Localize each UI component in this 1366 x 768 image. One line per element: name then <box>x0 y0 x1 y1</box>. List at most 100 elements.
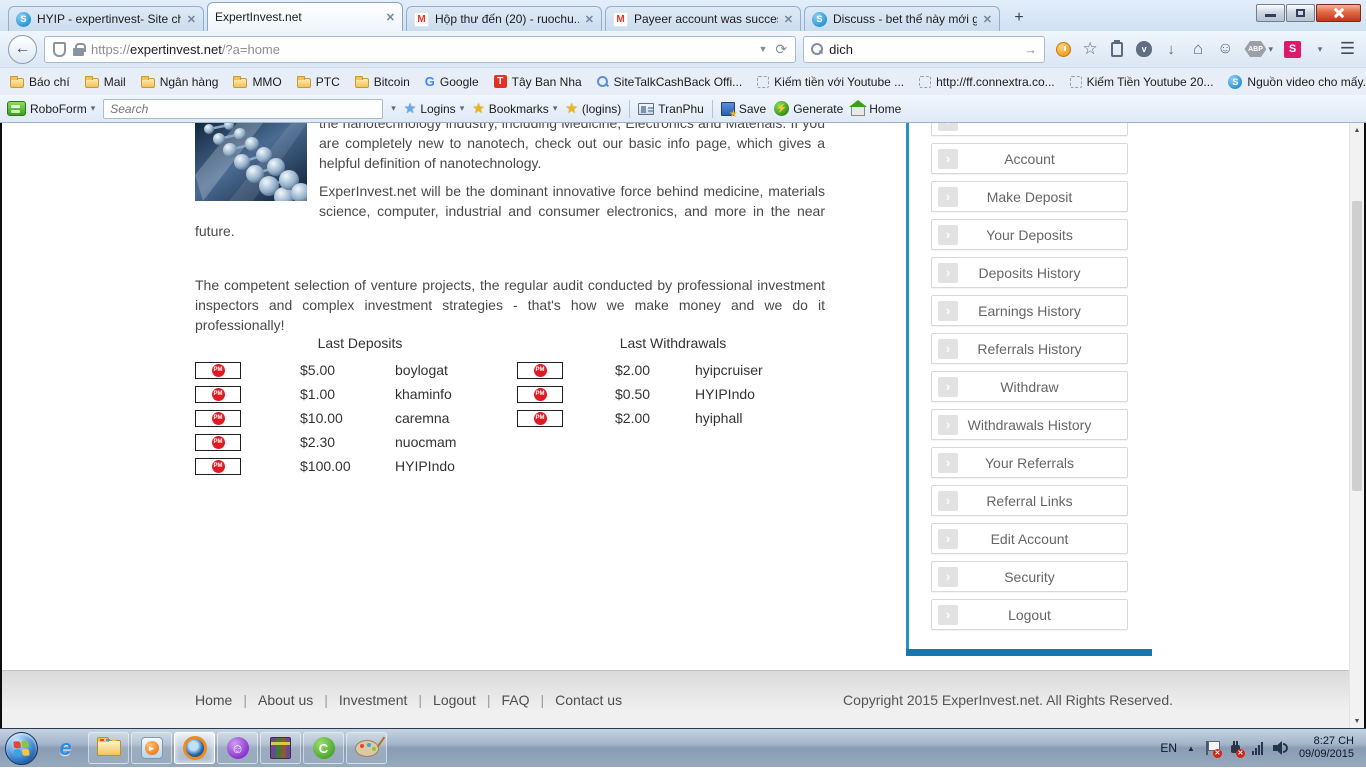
tab-close-icon[interactable]: ✕ <box>386 11 395 24</box>
new-tab-button[interactable]: + <box>1005 7 1033 29</box>
roboform-bookmarks-menu[interactable]: ★ Bookmarks ▾ <box>472 100 557 117</box>
bookmark-folder-bao-chi[interactable]: Báo chí <box>10 75 70 89</box>
bookmark-kiem-tien-youtube[interactable]: Kiếm tiền với Youtube ... <box>757 75 904 89</box>
adblock-plus-icon[interactable]: ABP ▾ <box>1244 40 1273 58</box>
star-icon: ★ <box>472 100 485 116</box>
scroll-up-arrow-icon[interactable]: ▲ <box>1350 123 1364 137</box>
bookmark-folder-ngan-hang[interactable]: Ngân hàng <box>140 75 218 89</box>
power-plug-icon[interactable]: ✕ <box>1229 740 1245 758</box>
chevron-right-icon: › <box>938 338 958 359</box>
sidebar-item-edit-account[interactable]: › Edit Account <box>931 523 1128 554</box>
bookmark-tay-ban-nha[interactable]: T Tây Ban Nha <box>493 75 582 89</box>
bookmark-star-icon[interactable]: ☆ <box>1082 39 1098 58</box>
sidebar-item-referral-links[interactable]: › Referral Links <box>931 485 1128 516</box>
footer-link-logout[interactable]: Logout <box>433 692 476 708</box>
close-button[interactable] <box>1316 4 1361 22</box>
bookmark-kiem-tien-youtube-20[interactable]: Kiếm Tiền Youtube 20... <box>1069 75 1213 89</box>
sidebar-item-your-referrals[interactable]: › Your Referrals <box>931 447 1128 478</box>
footer-link-contact[interactable]: Contact us <box>555 692 622 708</box>
roboform-identity-tranphu[interactable]: TranPhu <box>638 102 704 116</box>
session-manager-icon[interactable]: S <box>1284 40 1301 58</box>
bookmark-folder-mmo[interactable]: MMO <box>233 75 282 89</box>
taskbar-winrar[interactable] <box>260 732 301 764</box>
desktop-screen: S HYIP - expertinvest- Site ch... ✕ Expe… <box>0 0 1366 768</box>
restore-button[interactable] <box>1286 4 1315 22</box>
tab-close-icon[interactable]: ✕ <box>784 13 793 26</box>
scrollbar-thumb[interactable] <box>1352 201 1362 491</box>
taskbar-clock[interactable]: 8:27 CH 09/09/2015 <box>1299 735 1354 761</box>
footer-link-investment[interactable]: Investment <box>339 692 407 708</box>
sidebar-item-earnings-history[interactable]: › Earnings History <box>931 295 1128 326</box>
start-button[interactable] <box>5 731 38 765</box>
clipboard-icon[interactable] <box>1109 39 1125 58</box>
pocket-icon[interactable]: v <box>1136 40 1153 58</box>
roboform-matching-logins[interactable]: ★ (logins) <box>565 100 621 117</box>
taskbar-yahoo-messenger[interactable]: ☺ <box>217 732 258 764</box>
taskbar-internet-explorer[interactable]: e <box>45 732 86 764</box>
sidebar-item-withdraw[interactable]: › Withdraw <box>931 371 1128 402</box>
tab-discuss-forum[interactable]: S Discuss - bet thế này mới g... ✕ <box>804 6 1000 31</box>
taskbar-media-player[interactable]: ► <box>131 732 172 764</box>
shield-icon[interactable] <box>53 41 66 57</box>
sidebar-item-deposits-history[interactable]: › Deposits History <box>931 257 1128 288</box>
taskbar-paint[interactable] <box>346 732 387 764</box>
tab-expertinvest-active[interactable]: ExpertInvest.net ✕ <box>207 2 403 31</box>
home-icon[interactable]: ⌂ <box>1190 39 1206 58</box>
footer-link-about[interactable]: About us <box>258 692 313 708</box>
url-bar[interactable]: https://expertinvest.net/?a=home ▼ ⟳ <box>44 35 797 63</box>
sidebar-item-referrals-history[interactable]: › Referrals History <box>931 333 1128 364</box>
toolbar-overflow-caret-icon[interactable]: ▾ <box>1312 40 1328 58</box>
url-dropdown-icon[interactable]: ▼ <box>758 44 767 54</box>
bookmark-connextra[interactable]: http://ff.connextra.co... <box>919 75 1055 89</box>
bookmark-google[interactable]: G Google <box>425 74 479 89</box>
messenger-smiley-icon[interactable]: ☺ <box>1217 40 1233 58</box>
language-indicator[interactable]: EN <box>1160 741 1177 755</box>
roboform-search-input[interactable] <box>103 98 384 119</box>
bookmark-sitetalk[interactable]: SiteTalkCashBack Offi... <box>596 75 742 89</box>
tab-close-icon[interactable]: ✕ <box>983 13 992 26</box>
tab-close-icon[interactable]: ✕ <box>187 13 196 26</box>
footer-link-faq[interactable]: FAQ <box>502 692 530 708</box>
bookmark-folder-bitcoin[interactable]: Bitcoin <box>354 75 410 89</box>
sidebar-item-logout[interactable]: › Logout <box>931 599 1128 630</box>
bookmark-folder-mail[interactable]: Mail <box>84 75 126 89</box>
back-button[interactable]: ← <box>8 34 37 64</box>
reload-icon[interactable]: ⟳ <box>775 41 787 58</box>
roboform-save-button[interactable]: Save <box>720 101 766 120</box>
search-input[interactable] <box>829 41 1019 57</box>
bookmark-nguon-video[interactable]: S Nguồn video cho mấy... <box>1228 74 1366 89</box>
minimize-button[interactable] <box>1256 4 1285 22</box>
sidebar-item-security[interactable]: › Security <box>931 561 1128 592</box>
roboform-generate-button[interactable]: ⚡ Generate <box>774 101 843 116</box>
sidebar-item-account[interactable]: › Account <box>931 143 1128 174</box>
roboform-search-caret-icon[interactable]: ▾ <box>391 103 396 114</box>
tab-close-icon[interactable]: ✕ <box>585 13 594 26</box>
downloads-icon[interactable]: ↓ <box>1163 40 1179 58</box>
taskbar-coccoc[interactable]: C <box>303 732 344 764</box>
footer-link-home[interactable]: Home <box>195 692 232 708</box>
hidden-icons-triangle-icon[interactable]: ▲ <box>1187 744 1195 753</box>
scroll-down-arrow-icon[interactable]: ▼ <box>1350 714 1364 728</box>
sidebar-item-make-deposit[interactable]: › Make Deposit <box>931 181 1128 212</box>
deposit-amount: $1.00 <box>300 386 336 402</box>
bookmark-folder-ptc[interactable]: PTC <box>296 75 340 89</box>
roboform-logins-menu[interactable]: ★ Logins ▾ <box>404 100 464 117</box>
action-center-flag-icon[interactable]: ✕ <box>1205 740 1222 758</box>
search-go-icon[interactable]: → <box>1024 42 1037 57</box>
sidebar-item-clipped[interactable]: › <box>931 123 1128 136</box>
search-bar[interactable]: → <box>803 35 1046 63</box>
vertical-scrollbar[interactable]: ▲ ▼ <box>1349 123 1364 728</box>
tab-gmail-payeer[interactable]: M Payeer account was succes... ✕ <box>605 6 801 31</box>
roboform-menu[interactable]: RoboForm ▾ <box>7 101 95 116</box>
taskbar-firefox-active[interactable] <box>174 732 215 764</box>
roboform-home-button[interactable]: Home <box>849 100 901 116</box>
hamburger-menu-icon[interactable]: ☰ <box>1339 39 1355 58</box>
history-clock-icon[interactable] <box>1055 40 1071 58</box>
network-signal-icon[interactable] <box>1251 741 1263 755</box>
tab-hyip-monitor[interactable]: S HYIP - expertinvest- Site ch... ✕ <box>8 6 204 31</box>
tab-gmail-inbox[interactable]: M Hộp thư đến (20) - ruochu... ✕ <box>406 6 602 31</box>
taskbar-windows-explorer[interactable] <box>88 732 129 764</box>
sidebar-item-withdrawals-history[interactable]: › Withdrawals History <box>931 409 1128 440</box>
volume-speaker-icon[interactable] <box>1272 741 1289 755</box>
sidebar-item-your-deposits[interactable]: › Your Deposits <box>931 219 1128 250</box>
